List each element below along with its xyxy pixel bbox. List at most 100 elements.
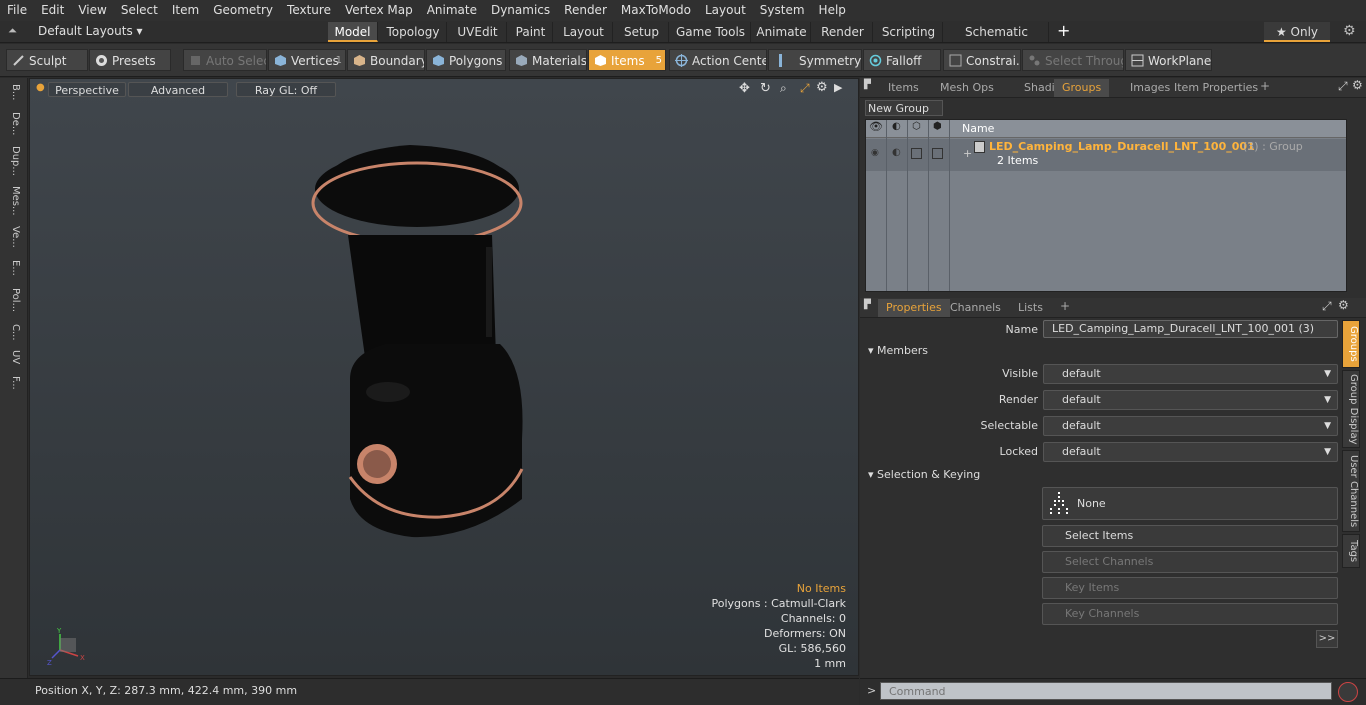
menu-item[interactable]: Item bbox=[165, 0, 206, 21]
tab-game-tools[interactable]: Game Tools bbox=[671, 22, 751, 42]
tab-properties[interactable]: Properties bbox=[878, 299, 950, 317]
tab-schematic-fusion[interactable]: Schematic Fusion bbox=[945, 22, 1049, 59]
vtab-fusion[interactable]: F... bbox=[5, 376, 21, 390]
menu-render[interactable]: Render bbox=[557, 0, 614, 21]
items-button[interactable]: Items 5 bbox=[588, 49, 666, 71]
vtab-curve[interactable]: C... bbox=[5, 324, 21, 341]
row-lock-checkbox[interactable] bbox=[911, 148, 922, 159]
tab-channels[interactable]: Channels bbox=[942, 299, 1009, 317]
only-toggle[interactable]: ★ Only bbox=[1264, 22, 1330, 42]
workplane-button[interactable]: WorkPlane bbox=[1125, 49, 1212, 71]
menu-view[interactable]: View bbox=[71, 0, 113, 21]
shading-dropdown[interactable]: Advanced bbox=[128, 82, 228, 97]
falloff-button[interactable]: Falloff bbox=[863, 49, 941, 71]
action-center-button[interactable]: Action Center bbox=[669, 49, 767, 71]
maximize-icon[interactable]: ⤢ bbox=[1338, 79, 1348, 94]
maximize-icon[interactable]: ⤢ bbox=[1322, 299, 1332, 314]
render-select[interactable]: default ▼ bbox=[1043, 390, 1338, 410]
collapse-arrow-icon[interactable]: ⏶ bbox=[8, 24, 17, 38]
tab-lists[interactable]: Lists bbox=[1010, 299, 1051, 317]
fit-icon[interactable]: ⤢ bbox=[800, 81, 810, 96]
sculpt-button[interactable]: Sculpt bbox=[6, 49, 88, 71]
rtab-group-display[interactable]: Group Display bbox=[1342, 370, 1360, 448]
select-items-button[interactable]: Select Items bbox=[1042, 525, 1338, 547]
add-panel-tab-button[interactable]: + bbox=[1260, 79, 1270, 93]
gear-icon[interactable]: ⚙ bbox=[1343, 23, 1356, 39]
vtab-basic[interactable]: B... bbox=[5, 84, 21, 100]
vtab-deform[interactable]: De... bbox=[5, 112, 21, 135]
select-channels-button[interactable]: Select Channels bbox=[1042, 551, 1338, 573]
select-through-button[interactable]: Select Through bbox=[1022, 49, 1124, 71]
row-eye-icon[interactable]: ◉ bbox=[871, 148, 879, 158]
viewport-gear-icon[interactable]: ⚙ bbox=[816, 80, 828, 95]
vtab-edge[interactable]: E... bbox=[5, 260, 21, 276]
row-select-checkbox[interactable] bbox=[932, 148, 943, 159]
menu-select[interactable]: Select bbox=[114, 0, 165, 21]
vertices-button[interactable]: Vertices 1 bbox=[268, 49, 346, 71]
menu-vertex-map[interactable]: Vertex Map bbox=[338, 0, 420, 21]
key-items-button[interactable]: Key Items bbox=[1042, 577, 1338, 599]
tab-paint[interactable]: Paint bbox=[509, 22, 553, 42]
vtab-polygon[interactable]: Pol... bbox=[5, 288, 21, 312]
tab-item-properties[interactable]: Item Properties bbox=[1166, 79, 1266, 97]
key-channels-button[interactable]: Key Channels bbox=[1042, 603, 1338, 625]
new-group-button[interactable]: New Group bbox=[865, 100, 943, 116]
tab-groups[interactable]: Groups bbox=[1054, 79, 1110, 97]
selection-keying-section-header[interactable]: ▾ Selection & Keying bbox=[868, 468, 980, 481]
vtab-mesh[interactable]: Mes... bbox=[5, 186, 21, 216]
raygl-toggle[interactable]: Ray GL: Off bbox=[236, 82, 336, 97]
menu-dynamics[interactable]: Dynamics bbox=[484, 0, 557, 21]
vtab-vertex[interactable]: Ve... bbox=[5, 226, 21, 248]
menu-file[interactable]: File bbox=[0, 0, 34, 21]
tab-uvedit[interactable]: UVEdit bbox=[449, 22, 507, 42]
menu-texture[interactable]: Texture bbox=[280, 0, 338, 21]
tab-mesh-ops[interactable]: Mesh Ops bbox=[932, 79, 1002, 97]
command-input[interactable] bbox=[880, 682, 1332, 700]
visibility-eye-icon[interactable]: 👁 bbox=[869, 120, 883, 133]
record-icon[interactable] bbox=[1338, 682, 1358, 702]
vtab-duplicate[interactable]: Dup... bbox=[5, 146, 21, 176]
add-properties-tab-button[interactable]: + bbox=[1060, 299, 1070, 313]
selectable-select[interactable]: default ▼ bbox=[1043, 416, 1338, 436]
menu-layout[interactable]: Layout bbox=[698, 0, 753, 21]
select-icon[interactable]: ⬢ bbox=[933, 121, 942, 132]
tab-model[interactable]: Model bbox=[328, 22, 378, 42]
layout-selector[interactable]: Default Layouts ▾ bbox=[38, 24, 143, 38]
group-row[interactable]: ◉ ◐ + LED_Camping_Lamp_Duracell_LNT_100_… bbox=[866, 139, 1346, 171]
menu-maxtomodo[interactable]: MaxToModo bbox=[614, 0, 698, 21]
menu-animate[interactable]: Animate bbox=[420, 0, 484, 21]
rtab-groups[interactable]: Groups bbox=[1342, 320, 1360, 368]
row-render-icon[interactable]: ◐ bbox=[892, 147, 901, 158]
menu-geometry[interactable]: Geometry bbox=[206, 0, 280, 21]
tab-scripting[interactable]: Scripting bbox=[875, 22, 943, 42]
rtab-user-channels[interactable]: User Channels bbox=[1342, 450, 1360, 532]
more-button[interactable]: >> bbox=[1316, 630, 1338, 648]
tab-animate[interactable]: Animate bbox=[753, 22, 811, 42]
menu-system[interactable]: System bbox=[753, 0, 812, 21]
tab-setup[interactable]: Setup bbox=[615, 22, 669, 42]
tab-items[interactable]: Items bbox=[880, 79, 927, 97]
members-section-header[interactable]: ▾ Members bbox=[868, 344, 928, 357]
polygons-button[interactable]: Polygons bbox=[426, 49, 506, 71]
add-tab-button[interactable]: + bbox=[1057, 21, 1070, 40]
selection-set-none[interactable]: None bbox=[1042, 487, 1338, 520]
materials-button[interactable]: Materials bbox=[509, 49, 587, 71]
name-field[interactable]: LED_Camping_Lamp_Duracell_LNT_100_001 (3… bbox=[1043, 320, 1338, 338]
rotate-icon[interactable]: ↻ bbox=[760, 81, 771, 96]
panel-gear-icon[interactable]: ⚙ bbox=[1352, 78, 1363, 92]
viewport-dot-icon[interactable]: ● bbox=[36, 82, 45, 93]
boundary-button[interactable]: Boundary bbox=[347, 49, 425, 71]
locked-select[interactable]: default ▼ bbox=[1043, 442, 1338, 462]
expand-arrow-icon[interactable]: ▶ bbox=[834, 81, 842, 94]
render-icon[interactable]: ◐ bbox=[892, 121, 901, 132]
pan-icon[interactable]: ✥ bbox=[739, 81, 750, 96]
tab-render[interactable]: Render bbox=[813, 22, 873, 42]
presets-button[interactable]: Presets bbox=[89, 49, 171, 71]
expand-plus-icon[interactable]: + bbox=[963, 147, 972, 160]
rtab-tags[interactable]: Tags bbox=[1342, 534, 1360, 568]
menu-edit[interactable]: Edit bbox=[34, 0, 71, 21]
lock-icon[interactable]: ⬡ bbox=[912, 121, 921, 132]
panel-gear-icon[interactable]: ⚙ bbox=[1338, 298, 1349, 312]
tab-layout[interactable]: Layout bbox=[555, 22, 613, 42]
vtab-uv[interactable]: UV bbox=[5, 350, 21, 364]
